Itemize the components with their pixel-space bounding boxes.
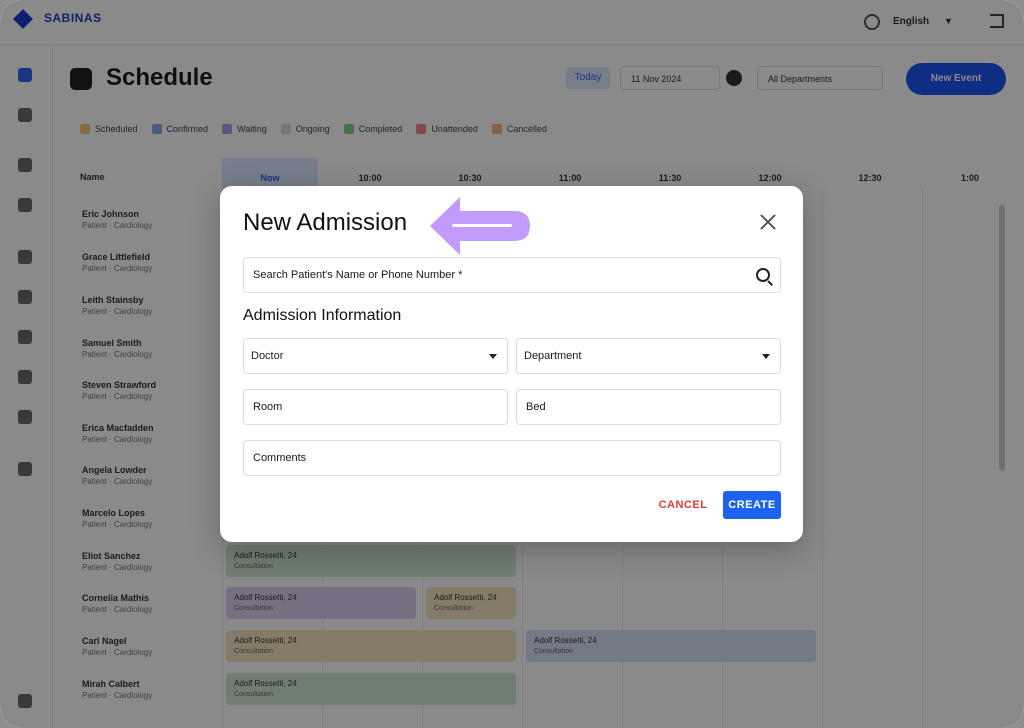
cancel-button[interactable]: CANCEL [656,492,710,518]
pointer-arrow-icon [430,197,530,255]
close-icon[interactable] [756,210,780,234]
department-select-label: Department [524,350,582,362]
comments-field[interactable] [243,440,781,476]
bed-input[interactable] [524,400,759,414]
doctor-select[interactable]: Doctor [243,338,508,374]
doctor-select-label: Doctor [251,350,284,362]
patient-search-field[interactable] [243,257,781,293]
bed-field[interactable] [516,389,781,425]
department-select[interactable]: Department [516,338,781,374]
app-window: SABINAS English ▼ Schedule Today 11 Nov … [0,0,1024,728]
arrow-highlight [452,224,512,227]
dropdown-arrow-icon[interactable] [489,354,497,359]
create-button[interactable]: CREATE [723,491,781,519]
search-icon[interactable] [756,268,770,282]
room-field[interactable] [243,389,508,425]
dialog-title: New Admission [243,209,408,236]
section-title: Admission Information [243,307,402,324]
dropdown-arrow-icon[interactable] [762,354,770,359]
patient-search-input[interactable] [251,268,732,282]
comments-input[interactable] [251,451,732,465]
room-input[interactable] [251,400,486,414]
